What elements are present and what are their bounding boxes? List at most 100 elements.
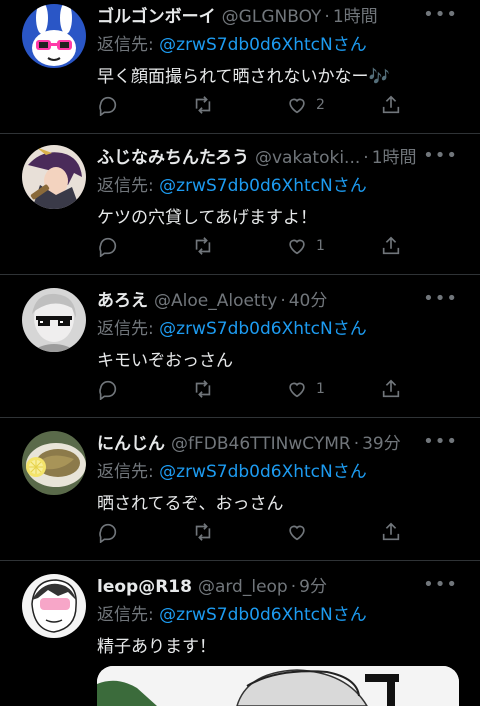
reply-context: 返信先: @zrwS7db0d6XhtcNさん [97,600,367,625]
heart-icon [289,382,305,398]
share-icon [382,379,400,398]
reply-context: 返信先: @zrwS7db0d6XhtcNさん [97,457,367,482]
like-count: 2 [316,97,325,113]
tweet-header: ふじなみちんたろう @vakatoki... · 1時間 [97,143,432,169]
reply-prefix: 返信先: [97,462,160,482]
tweet-header: あろえ @Aloe_Aloetty · 40分 [97,286,432,312]
more-options-icon[interactable]: ••• [423,145,458,166]
tweet[interactable]: leop@R18 @ard_leop · 9分 ••• 返信先: @zrwS7d… [0,570,480,706]
like-count: 1 [316,381,325,397]
heart-icon [289,98,305,114]
tweet[interactable]: にんじん @fFDB46TTINwCYMR · 39分 ••• 返信先: @zr… [0,427,480,561]
action-bar: 1 [97,378,417,402]
reply-mention-link[interactable]: @zrwS7db0d6XhtcNさん [159,319,367,339]
reply-mention-link[interactable]: @zrwS7db0d6XhtcNさん [159,605,367,625]
manga-image-thumbnail-icon [97,666,459,706]
like-button[interactable]: 1 [286,235,325,257]
heart-icon [289,525,305,541]
display-name[interactable]: ゴルゴンボーイ [97,2,216,27]
tweet-text: 早く顔面撮られて晒されないかなー🎶 [97,67,390,87]
reply-prefix: 返信先: [97,35,160,55]
tweet-text: 精子あります！ [97,637,216,657]
more-options-icon[interactable]: ••• [423,288,458,309]
reply-mention-link[interactable]: @zrwS7db0d6XhtcNさん [159,176,367,196]
reply-icon [99,380,117,400]
like-button[interactable]: 2 [286,94,325,116]
timestamp[interactable]: 1時間 [372,143,417,168]
user-handle[interactable]: @fFDB46TTINwCYMR [171,434,351,454]
avatar[interactable] [22,145,86,209]
more-options-icon[interactable]: ••• [423,574,458,595]
separator-dot: · [290,577,297,597]
tweet-header: にんじん @fFDB46TTINwCYMR · 39分 [97,429,432,455]
timestamp[interactable]: 1時間 [333,2,378,27]
bunny-sunglasses-avatar-icon [22,4,86,68]
timestamp[interactable]: 40分 [289,286,328,311]
share-icon [382,236,400,255]
user-handle[interactable]: @ard_leop [198,577,288,597]
more-options-icon[interactable]: ••• [423,4,458,25]
retweet-icon [195,523,211,541]
reply-icon [99,96,117,116]
share-button[interactable] [380,235,402,257]
retweet-icon [195,380,211,398]
user-handle[interactable]: @Aloe_Aloetty [154,291,277,311]
reply-context: 返信先: @zrwS7db0d6XhtcNさん [97,314,367,339]
retweet-button[interactable] [192,521,214,543]
separator-dot: · [280,291,286,311]
display-name[interactable]: あろえ [97,286,148,311]
share-button[interactable] [380,378,402,400]
like-button[interactable] [286,521,316,543]
reply-mention-link[interactable]: @zrwS7db0d6XhtcNさん [159,462,367,482]
pixel-sunglasses-avatar-icon [22,288,86,352]
reply-button[interactable] [97,94,119,116]
timestamp[interactable]: 9分 [299,572,327,597]
tweet-header: ゴルゴンボーイ @GLGNBOY · 1時間 [97,2,432,28]
manga-face-avatar-icon [22,574,86,638]
tweet[interactable]: ゴルゴンボーイ @GLGNBOY · 1時間 ••• 返信先: @zrwS7db… [0,0,480,134]
reply-prefix: 返信先: [97,605,160,625]
retweet-button[interactable] [192,235,214,257]
anime-character-avatar-icon [22,145,86,209]
separator-dot: · [324,7,330,27]
tweet-text: キモいぞおっさん [97,351,233,371]
avatar[interactable] [22,431,86,495]
display-name[interactable]: にんじん [97,429,165,454]
avatar[interactable] [22,4,86,68]
display-name[interactable]: ふじなみちんたろう [97,143,249,168]
reply-button[interactable] [97,378,119,400]
reply-prefix: 返信先: [97,319,160,339]
display-name[interactable]: leop@R18 [97,577,192,597]
heart-icon [289,239,305,255]
share-icon [382,95,400,114]
reply-mention-link[interactable]: @zrwS7db0d6XhtcNさん [159,35,367,55]
reply-prefix: 返信先: [97,176,160,196]
attached-image[interactable] [97,666,459,706]
timestamp[interactable]: 39分 [362,429,401,454]
reply-icon [99,523,117,543]
tweet[interactable]: あろえ @Aloe_Aloetty · 40分 ••• 返信先: @zrwS7d… [0,284,480,418]
tweet-header: leop@R18 @ard_leop · 9分 [97,572,432,598]
share-button[interactable] [380,94,402,116]
avatar[interactable] [22,574,86,638]
retweet-button[interactable] [192,378,214,400]
reply-button[interactable] [97,521,119,543]
reply-context: 返信先: @zrwS7db0d6XhtcNさん [97,30,367,55]
like-button[interactable]: 1 [286,378,325,400]
avatar[interactable] [22,288,86,352]
more-options-icon[interactable]: ••• [423,431,458,452]
share-button[interactable] [380,521,402,543]
reply-context: 返信先: @zrwS7db0d6XhtcNさん [97,171,367,196]
food-photo-avatar-icon [22,431,86,495]
user-handle[interactable]: @GLGNBOY [222,7,322,27]
action-bar: 1 [97,235,417,259]
tweet-text: ケツの穴貸してあげますよ！ [97,208,317,228]
reply-button[interactable] [97,235,119,257]
action-bar: 2 [97,94,417,118]
user-handle[interactable]: @vakatoki... [255,148,360,168]
tweet[interactable]: ふじなみちんたろう @vakatoki... · 1時間 ••• 返信先: @z… [0,141,480,275]
like-count: 1 [316,238,325,254]
reply-icon [99,237,117,257]
action-bar [97,521,417,545]
retweet-button[interactable] [192,94,214,116]
